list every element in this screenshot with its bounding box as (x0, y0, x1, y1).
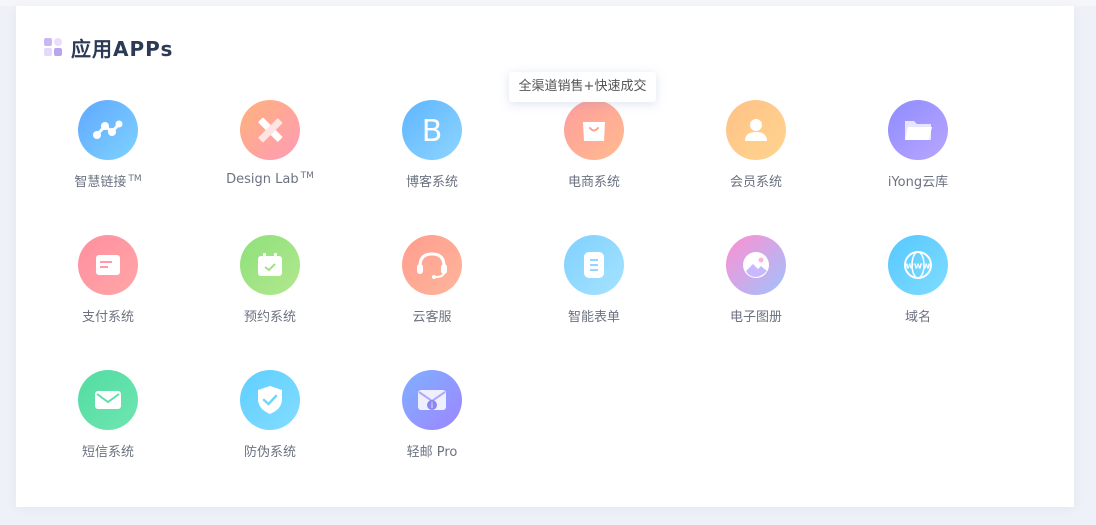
app-item[interactable]: 支付系统 (38, 235, 178, 345)
app-item[interactable]: B 博客系统 (362, 100, 502, 210)
app-item[interactable]: 电商系统 (524, 100, 664, 210)
app-item[interactable]: 防伪系统 (200, 370, 340, 480)
letter-b-icon: B (402, 100, 462, 160)
app-item[interactable]: 智慧链接 TM (38, 100, 178, 210)
app-item[interactable]: Design Lab TM (200, 100, 340, 210)
app-label: 智能表单 (567, 310, 620, 325)
app-label: 电商系统 (567, 175, 620, 190)
shopping-bag-icon (564, 100, 624, 160)
folder-icon (888, 100, 948, 160)
form-document-icon (564, 235, 624, 295)
app-label: 支付系统 (81, 310, 134, 325)
app-item[interactable]: 预约系统 (200, 235, 340, 345)
svg-text:i: i (431, 401, 433, 410)
ruler-pencil-icon (240, 100, 300, 160)
mail-info-icon: i (402, 370, 462, 430)
globe-www-icon: www (888, 235, 948, 295)
app-label: Design Lab TM (226, 171, 314, 187)
app-item[interactable]: www 域名 (848, 235, 988, 345)
trademark-mark: TM (128, 174, 142, 184)
app-item[interactable]: 电子图册 (686, 235, 826, 345)
link-nodes-icon (78, 100, 138, 160)
app-label: 短信系统 (81, 445, 134, 460)
section-header: 应用APPs (44, 33, 173, 62)
trademark-mark: TM (300, 171, 314, 181)
shield-check-icon (240, 370, 300, 430)
app-label: 云客服 (412, 310, 452, 325)
app-label: 电子图册 (729, 310, 782, 325)
app-label: 域名 (904, 310, 931, 325)
app-item[interactable]: iYong云库 (848, 100, 988, 210)
app-label: 智慧链接 TM (74, 174, 142, 190)
envelope-icon (78, 370, 138, 430)
payment-card-icon (78, 235, 138, 295)
section-title: 应用APPs (71, 37, 174, 61)
calendar-check-icon (240, 235, 300, 295)
app-grid-icon (44, 38, 63, 57)
app-label: 会员系统 (729, 175, 782, 190)
headset-icon (402, 235, 462, 295)
app-label: iYong云库 (887, 175, 949, 190)
app-label: 轻邮 Pro (406, 445, 458, 460)
app-label: 博客系统 (405, 175, 458, 190)
user-icon (726, 100, 786, 160)
app-item[interactable]: 会员系统 (686, 100, 826, 210)
app-item[interactable]: i 轻邮 Pro (362, 370, 502, 480)
photo-album-icon (726, 235, 786, 295)
app-item[interactable]: 云客服 (362, 235, 502, 345)
svg-text:B: B (422, 114, 443, 147)
app-label: 预约系统 (243, 310, 296, 325)
app-item[interactable]: 智能表单 (524, 235, 664, 345)
apps-panel: 应用APPs 智慧链接 TM Design Lab TM B 博客系统 电商系统 会员系统 iY… (16, 6, 1074, 507)
app-label: 防伪系统 (243, 445, 296, 460)
tooltip: 全渠道销售+快速成交 (509, 72, 656, 102)
svg-text:www: www (906, 262, 931, 272)
app-item[interactable]: 短信系统 (38, 370, 178, 480)
